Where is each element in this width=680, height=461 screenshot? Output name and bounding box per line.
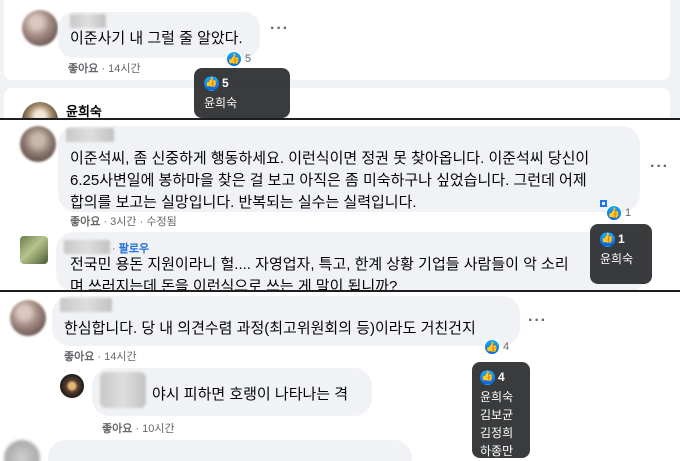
like-action[interactable]: 좋아요: [64, 351, 94, 363]
reaction-tooltip: 👍 4 윤희숙 김보균 김정희 하종만: [472, 362, 530, 458]
reply-time[interactable]: 10시간: [142, 423, 174, 435]
like-icon: 👍: [480, 369, 495, 385]
follow-link[interactable]: · 팔로우: [112, 240, 149, 256]
reaction-summary[interactable]: 👍 4: [484, 338, 509, 356]
comment-text-line: 합의를 보고는 실망입니다. 반복되는 실수는 실력입니다.: [70, 194, 417, 211]
more-options-icon[interactable]: ···: [650, 158, 669, 176]
reaction-count: 5: [245, 53, 252, 65]
reaction-tooltip: 👍 5 윤희숙: [194, 68, 290, 118]
comment-bubble: 이준석씨, 좀 신중하게 행동하세요. 이런식이면 정권 못 찾아옵니다. 이준…: [58, 126, 640, 212]
comment-text-line: 이준석씨, 좀 신중하게 행동하세요. 이런식이면 정권 못 찾아옵니다. 이준…: [70, 150, 590, 167]
comment-card: [4, 88, 670, 118]
like-icon: 👍: [204, 75, 219, 91]
comment-text-line: 며 쓰러지는데 돈을 이런식으로 쓰는 게 말이 됩니까?: [70, 278, 398, 290]
blurred-author-name[interactable]: [60, 298, 112, 312]
comment-time[interactable]: 14시간: [104, 351, 136, 363]
reply-avatar[interactable]: [60, 374, 84, 398]
comment-actions: 좋아요 · 3시간 · 수정됨: [70, 216, 177, 228]
tooltip-count: 5: [222, 76, 229, 90]
commenter-avatar[interactable]: [20, 126, 56, 162]
commenter-avatar[interactable]: [20, 236, 48, 264]
tooltip-name: 윤희숙: [600, 252, 634, 266]
comment-panel-1: 이준사기 내 그럴 줄 알았다. 👍 5 ··· 좋아요 · 14시간 윤희숙 …: [0, 0, 680, 118]
like-icon: 👍: [226, 51, 242, 67]
tooltip-name: 윤희숙: [204, 96, 238, 110]
blurred-author-name[interactable]: [66, 128, 114, 142]
comment-text: 이준사기 내 그럴 줄 알았다.: [70, 30, 243, 47]
comment-actions: 좋아요 · 14시간: [64, 351, 137, 363]
reaction-count: 1: [625, 207, 632, 219]
like-icon: 👍: [600, 231, 615, 247]
comment-panel-3: 한심합니다. 당 내 의견수렴 과정(최고위원회의 등)이라도 거친건지 ···…: [0, 292, 680, 461]
more-options-icon[interactable]: ···: [528, 312, 547, 330]
comment-actions: 좋아요 · 14시간: [68, 63, 141, 75]
like-icon: 👍: [606, 205, 622, 221]
comment-bubble: 한심합니다. 당 내 의견수렴 과정(최고위원회의 등)이라도 거친건지: [52, 296, 520, 346]
tooltip-name: 윤희숙: [480, 390, 514, 404]
like-action[interactable]: 좋아요: [70, 216, 100, 228]
blurred-author-name[interactable]: [70, 14, 106, 28]
tooltip-name: 하종만: [480, 444, 514, 458]
reaction-tooltip: 👍 1 윤희숙: [590, 224, 652, 284]
author-name[interactable]: 윤희숙: [66, 101, 102, 118]
follow-label[interactable]: 팔로우: [119, 243, 149, 255]
comment-time[interactable]: 14시간: [108, 63, 140, 75]
comment-time[interactable]: 3시간: [110, 216, 136, 228]
edited-label: 수정됨: [146, 216, 177, 228]
tooltip-name: 김보균: [480, 408, 514, 422]
reaction-count: 4: [503, 341, 510, 353]
reply-text: 야시 피하면 호랭이 나타나는 격: [152, 386, 349, 403]
commenter-avatar[interactable]: [22, 10, 58, 46]
tooltip-count: 1: [618, 232, 625, 246]
comment-text: 한심합니다. 당 내 의견수렴 과정(최고위원회의 등)이라도 거친건지: [64, 320, 476, 337]
more-options-icon[interactable]: ···: [270, 20, 289, 38]
like-icon: 👍: [484, 339, 500, 355]
reaction-summary[interactable]: 👍 1: [606, 204, 631, 222]
commenter-avatar[interactable]: [10, 300, 46, 336]
tooltip-name: 김정희: [480, 426, 514, 440]
reaction-summary[interactable]: 👍 5: [226, 50, 251, 68]
comment-bubble: [48, 440, 412, 461]
commenter-avatar[interactable]: [4, 440, 40, 461]
like-action[interactable]: 좋아요: [68, 63, 98, 75]
like-action[interactable]: 좋아요: [102, 423, 132, 435]
comment-text-line: 전국민 용돈 지원이라니 헐.... 자영업자, 특고, 한계 상황 기업들 사…: [70, 256, 569, 273]
comment-panel-2: 이준석씨, 좀 신중하게 행동하세요. 이런식이면 정권 못 찾아옵니다. 이준…: [0, 120, 680, 290]
reply-actions: 좋아요 · 10시간: [102, 423, 175, 435]
comment-text-line: 6.25사변일에 봉하마을 찾은 걸 보고 아직은 좀 미숙하구나 싶었습니다.…: [70, 172, 587, 189]
tooltip-count: 4: [498, 370, 505, 384]
blurred-author-name[interactable]: [64, 240, 110, 254]
blurred-author-name[interactable]: [100, 372, 146, 408]
